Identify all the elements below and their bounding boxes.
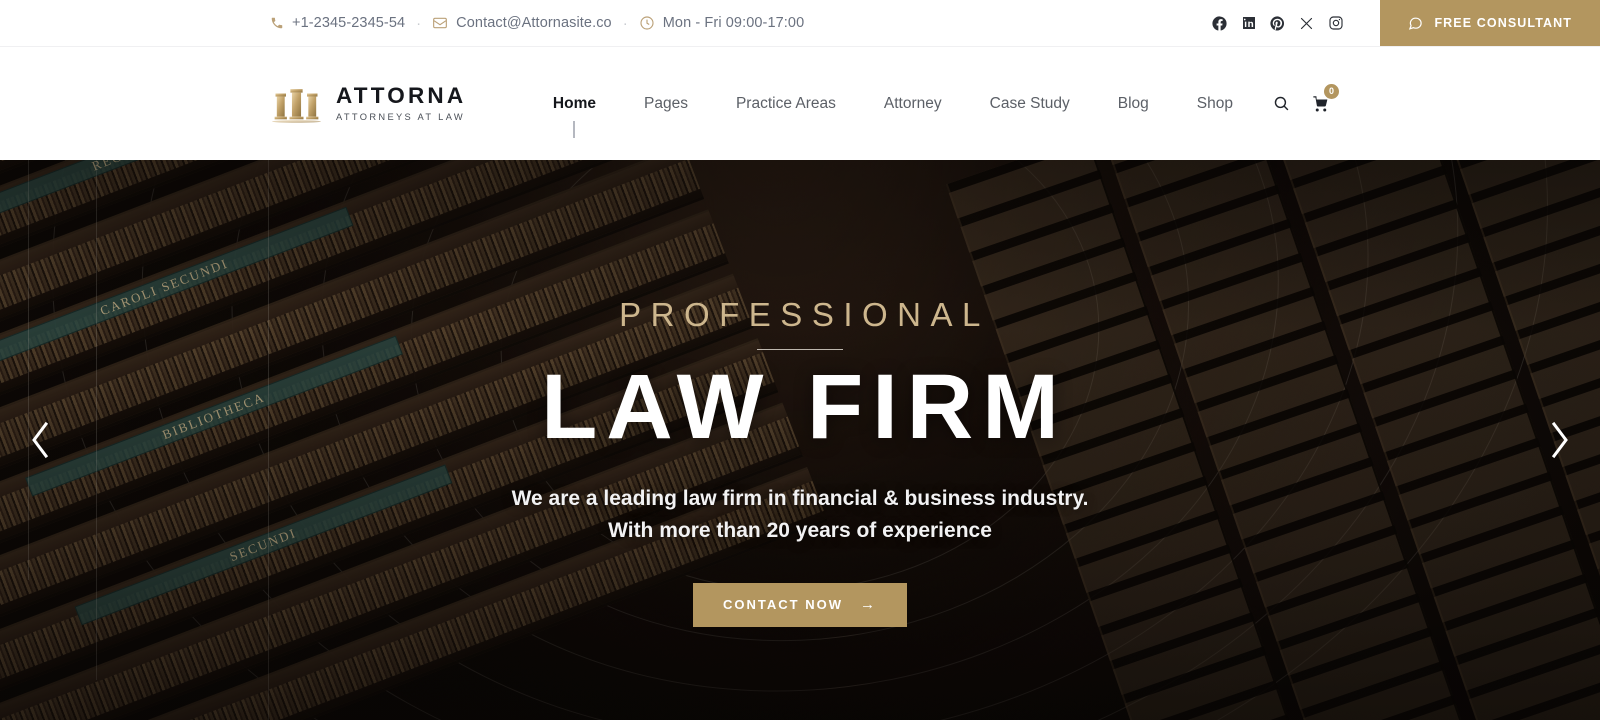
- instagram-icon[interactable]: [1327, 15, 1344, 32]
- social-links: [1211, 0, 1380, 46]
- slider-prev-arrow[interactable]: [16, 416, 64, 464]
- contact-now-button[interactable]: CONTACT NOW →: [693, 582, 907, 627]
- hero-eyebrow: PROFESSIONAL: [619, 296, 990, 333]
- nav-item-practice-areas[interactable]: Practice Areas: [712, 95, 860, 113]
- phone-icon: [270, 16, 284, 30]
- topbar-separator-2: ·: [622, 14, 628, 32]
- cart-icon[interactable]: 0: [1312, 83, 1339, 113]
- linkedin-icon[interactable]: [1240, 15, 1257, 32]
- hero-slider: REGIS CAROLI SECUNDI BIBLIOTHECA SECUNDI: [0, 160, 1600, 720]
- topbar-phone-text: +1-2345-2345-54: [292, 15, 406, 31]
- hero-divider: [757, 349, 843, 350]
- pinterest-icon[interactable]: [1269, 15, 1286, 32]
- hero-subtitle: We are a leading law firm in financial &…: [512, 483, 1089, 547]
- columns-logo-icon: [270, 83, 323, 125]
- clock-icon: [639, 15, 655, 31]
- cart-count-badge: 0: [1324, 83, 1339, 99]
- logo-text: ATTORNA ATTORNEYS AT LAW: [336, 85, 466, 122]
- nav-item-blog[interactable]: Blog: [1094, 95, 1173, 113]
- topbar-hours-text: Mon - Fri 09:00-17:00: [662, 15, 805, 31]
- header-tools: 0: [1273, 83, 1339, 113]
- nav-item-case-study[interactable]: Case Study: [966, 95, 1094, 113]
- topbar: +1-2345-2345-54 · Contact@Attornasite.co…: [0, 0, 1600, 47]
- topbar-email[interactable]: Contact@Attornasite.co: [432, 15, 612, 31]
- contact-now-label: CONTACT NOW: [723, 597, 843, 613]
- facebook-icon[interactable]: [1211, 15, 1228, 32]
- hero-title: LAW FIRM: [541, 356, 1068, 458]
- main-nav: Home Pages Practice Areas Attorney Case …: [529, 83, 1339, 113]
- chat-bubble-icon: [1408, 16, 1423, 31]
- free-consultant-button[interactable]: FREE CONSULTANT: [1380, 0, 1600, 46]
- logo-subtitle: ATTORNEYS AT LAW: [336, 111, 466, 122]
- search-icon[interactable]: [1273, 95, 1290, 112]
- logo[interactable]: ATTORNA ATTORNEYS AT LAW: [270, 83, 466, 125]
- hero-subtitle-line-1: We are a leading law firm in financial &…: [511, 486, 1089, 510]
- hero-subtitle-line-2: With more than 20 years of experience: [608, 518, 992, 542]
- hero-content: PROFESSIONAL LAW FIRM We are a leading l…: [0, 160, 1600, 720]
- nav-item-home[interactable]: Home: [529, 95, 620, 113]
- logo-title: ATTORNA: [336, 83, 467, 109]
- topbar-right-group: FREE CONSULTANT: [1211, 0, 1600, 46]
- topbar-contact-group: +1-2345-2345-54 · Contact@Attornasite.co…: [0, 0, 1211, 46]
- slider-next-arrow[interactable]: [1536, 416, 1584, 464]
- topbar-hours: Mon - Fri 09:00-17:00: [639, 15, 805, 31]
- topbar-email-text: Contact@Attornasite.co: [456, 15, 612, 31]
- arrow-right-icon: →: [859, 596, 877, 614]
- topbar-phone[interactable]: +1-2345-2345-54: [270, 15, 405, 31]
- free-consultant-label: FREE CONSULTANT: [1434, 16, 1572, 30]
- envelope-icon: [432, 15, 448, 31]
- nav-item-pages[interactable]: Pages: [620, 95, 712, 113]
- topbar-separator-1: ·: [416, 14, 422, 32]
- nav-item-shop[interactable]: Shop: [1173, 95, 1257, 113]
- x-twitter-icon[interactable]: [1298, 15, 1315, 32]
- nav-item-attorney[interactable]: Attorney: [860, 95, 966, 113]
- site-header: ATTORNA ATTORNEYS AT LAW Home Pages Prac…: [0, 47, 1600, 160]
